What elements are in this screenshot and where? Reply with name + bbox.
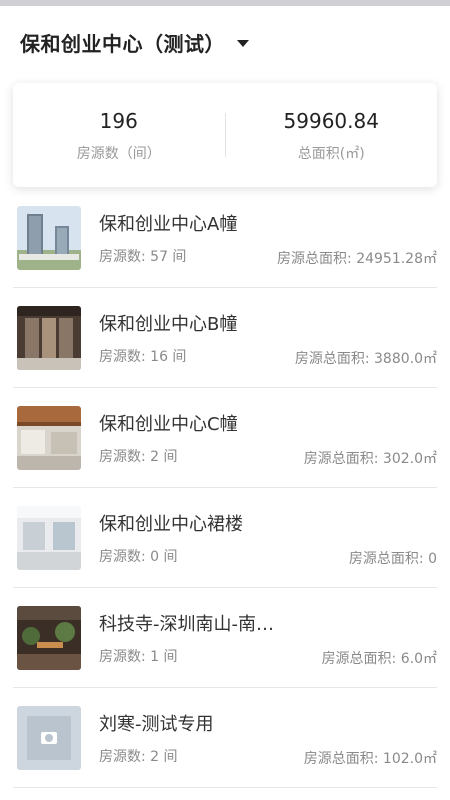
rooms-stat: 196 房源数（间） — [13, 107, 225, 163]
office-lobby-photo — [17, 406, 81, 470]
area-value: 59960.84 — [283, 109, 379, 133]
building-name: 科技寺-深圳南山-南山... — [99, 614, 279, 635]
page-title: 保和创业中心（测试） — [20, 31, 225, 56]
room-count: 房源数: 2 间 — [99, 449, 178, 465]
building-name: 保和创业中心B幢 — [99, 314, 238, 335]
total-area: 房源总面积: 6.0㎡ — [321, 651, 437, 667]
caret-down-icon — [237, 39, 249, 47]
total-area: 房源总面积: 302.0㎡ — [303, 451, 437, 467]
room-count: 房源数: 0 间 — [99, 549, 178, 565]
area-label: 总面积(㎡) — [297, 146, 365, 162]
total-area: 房源总面积: 0 — [348, 551, 437, 567]
total-area: 房源总面积: 3880.0㎡ — [294, 351, 437, 367]
tall-buildings-photo — [17, 206, 81, 270]
rooms-label: 房源数（间） — [76, 146, 161, 162]
building-name: 保和创业中心A幢 — [99, 214, 238, 235]
placeholder-camera-photo — [17, 706, 81, 770]
room-count: 房源数: 16 间 — [99, 349, 187, 365]
elevator-lobby-photo — [17, 306, 81, 370]
cafe-interior-photo — [17, 606, 81, 670]
room-count: 房源数: 2 间 — [99, 749, 178, 765]
rooms-value: 196 — [99, 109, 138, 133]
empty-office-photo — [17, 506, 81, 570]
project-selector[interactable]: 保和创业中心（测试） — [0, 6, 450, 78]
total-area: 房源总面积: 102.0㎡ — [303, 751, 437, 767]
list-item[interactable]: 保和创业中心A幢 房源数: 57 间 房源总面积: 24951.28㎡ — [13, 188, 437, 288]
list-item[interactable]: 刘寒-测试专用 房源数: 2 间 房源总面积: 102.0㎡ — [13, 688, 437, 788]
summary-card: 196 房源数（间） 59960.84 总面积(㎡) — [13, 83, 437, 187]
list-item[interactable]: 保和创业中心裙楼 房源数: 0 间 房源总面积: 0 — [13, 488, 437, 588]
building-name: 刘寒-测试专用 — [99, 714, 214, 735]
building-name: 保和创业中心C幢 — [99, 414, 238, 435]
building-list: 保和创业中心A幢 房源数: 57 间 房源总面积: 24951.28㎡ 保和创业… — [13, 188, 437, 788]
area-stat: 59960.84 总面积(㎡) — [226, 107, 438, 163]
list-item[interactable]: 保和创业中心B幢 房源数: 16 间 房源总面积: 3880.0㎡ — [13, 288, 437, 388]
total-area: 房源总面积: 24951.28㎡ — [277, 251, 437, 267]
building-name: 保和创业中心裙楼 — [99, 514, 243, 535]
room-count: 房源数: 1 间 — [99, 649, 178, 665]
list-item[interactable]: 保和创业中心C幢 房源数: 2 间 房源总面积: 302.0㎡ — [13, 388, 437, 488]
room-count: 房源数: 57 间 — [99, 249, 187, 265]
list-item[interactable]: 科技寺-深圳南山-南山... 房源数: 1 间 房源总面积: 6.0㎡ — [13, 588, 437, 688]
